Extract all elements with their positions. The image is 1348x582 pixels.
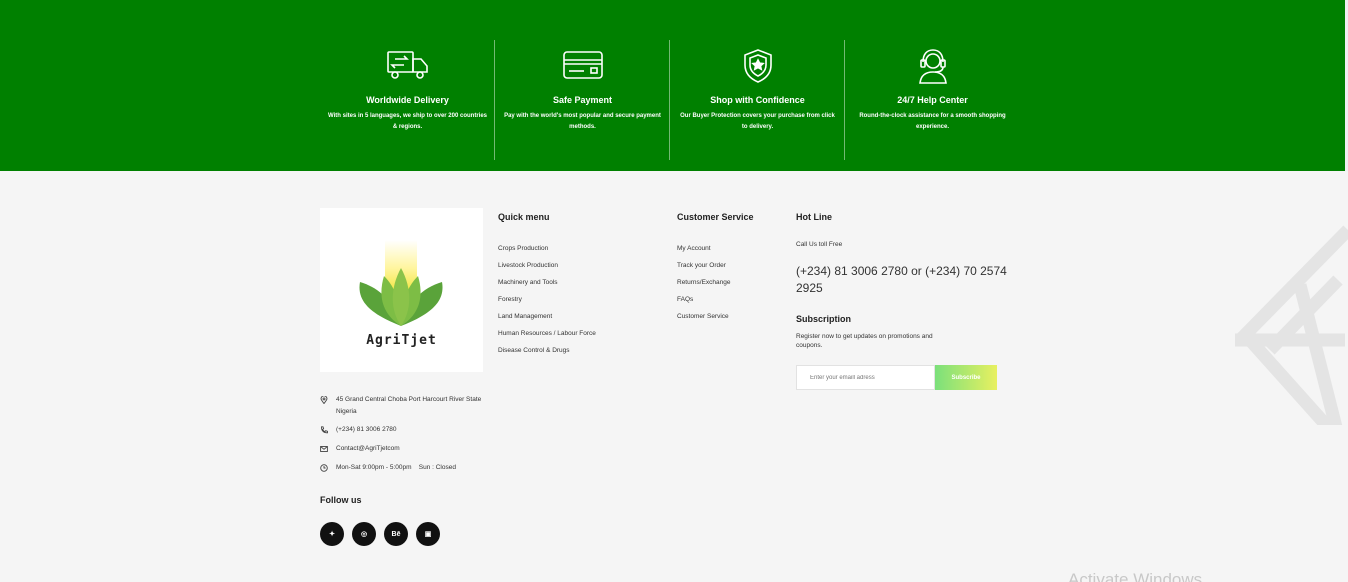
subscription-title: Subscription bbox=[796, 314, 852, 324]
address-text: 45 Grand Central Choba Port Harcourt Riv… bbox=[336, 396, 482, 415]
email-input[interactable] bbox=[796, 365, 935, 390]
truck-icon bbox=[385, 48, 431, 84]
hotline-title: Hot Line bbox=[796, 212, 832, 222]
quick-menu-item[interactable]: Machinery and Tools bbox=[498, 279, 558, 286]
subscribe-button[interactable]: Subscribe bbox=[935, 365, 997, 390]
follow-us-title: Follow us bbox=[320, 495, 362, 505]
quick-menu-item[interactable]: Human Resources / Labour Force bbox=[498, 330, 596, 337]
brand-name: AgriTjet bbox=[366, 333, 437, 348]
feature-title: Safe Payment bbox=[552, 95, 613, 105]
phone-text[interactable]: (+234) 81 3006 2780 bbox=[336, 424, 486, 436]
feature-title: Shop with Confidence bbox=[710, 95, 805, 105]
instagram-icon[interactable]: ▣ bbox=[416, 522, 440, 546]
headset-icon bbox=[910, 48, 956, 84]
brand-logo[interactable]: AgriTjet bbox=[320, 208, 483, 372]
dribbble-icon[interactable]: ◎ bbox=[352, 522, 376, 546]
quick-menu-title: Quick menu bbox=[498, 212, 550, 222]
mail-icon bbox=[320, 445, 328, 453]
feature-description: With sites in 5 languages, we ship to ov… bbox=[328, 113, 487, 130]
subscription-description: Register now to get updates on promotion… bbox=[796, 333, 933, 349]
feature-description: Pay with the world's most popular and se… bbox=[504, 113, 661, 130]
location-pin-icon bbox=[320, 395, 328, 405]
hotline-subtitle: Call Us toll Free bbox=[796, 241, 843, 248]
feature-description: Our Buyer Protection covers your purchas… bbox=[680, 113, 835, 130]
customer-service-title: Customer Service bbox=[677, 212, 754, 222]
quick-menu-item[interactable]: Forestry bbox=[498, 296, 522, 303]
shield-star-icon bbox=[735, 48, 781, 84]
feature-title: 24/7 Help Center bbox=[897, 95, 968, 105]
feature-title: Worldwide Delivery bbox=[366, 95, 449, 105]
feature-help-center: 24/7 Help Center Round-the-clock assista… bbox=[845, 40, 1020, 160]
feature-shop-with-confidence: Shop with Confidence Our Buyer Protectio… bbox=[670, 40, 845, 160]
customer-service-item[interactable]: My Account bbox=[677, 245, 711, 252]
customer-service-item[interactable]: Track your Order bbox=[677, 262, 726, 269]
hours-text: Mon-Sat 9:00pm - 5:00pm Sun : Closed bbox=[336, 464, 456, 471]
quick-menu-item[interactable]: Land Management bbox=[498, 313, 552, 320]
activate-windows-watermark: Activate Windows bbox=[1068, 570, 1203, 582]
customer-service-item[interactable]: Customer Service bbox=[677, 313, 729, 320]
feature-worldwide-delivery: Worldwide Delivery With sites in 5 langu… bbox=[320, 40, 495, 160]
behance-icon[interactable]: Bē bbox=[384, 522, 408, 546]
customer-service-item[interactable]: Returns/Exchange bbox=[677, 279, 730, 286]
feature-safe-payment: Safe Payment Pay with the world's most p… bbox=[495, 40, 670, 160]
twitter-icon[interactable]: ✦ bbox=[320, 522, 344, 546]
quick-menu-item[interactable]: Livestock Production bbox=[498, 262, 558, 269]
decorative-background-icon bbox=[1235, 225, 1348, 425]
customer-service-item[interactable]: FAQs bbox=[677, 296, 693, 303]
feature-description: Round-the-clock assistance for a smooth … bbox=[859, 113, 1006, 130]
quick-menu-item[interactable]: Disease Control & Drugs bbox=[498, 347, 570, 354]
phone-icon bbox=[320, 426, 328, 434]
quick-menu-item[interactable]: Crops Production bbox=[498, 245, 548, 252]
email-text[interactable]: Contact@AgriTjetcom bbox=[336, 443, 486, 455]
credit-card-icon bbox=[560, 48, 606, 84]
hotline-phones[interactable]: (+234) 81 3006 2780 or (+234) 70 2574 29… bbox=[796, 263, 1016, 297]
clock-icon bbox=[320, 464, 328, 472]
